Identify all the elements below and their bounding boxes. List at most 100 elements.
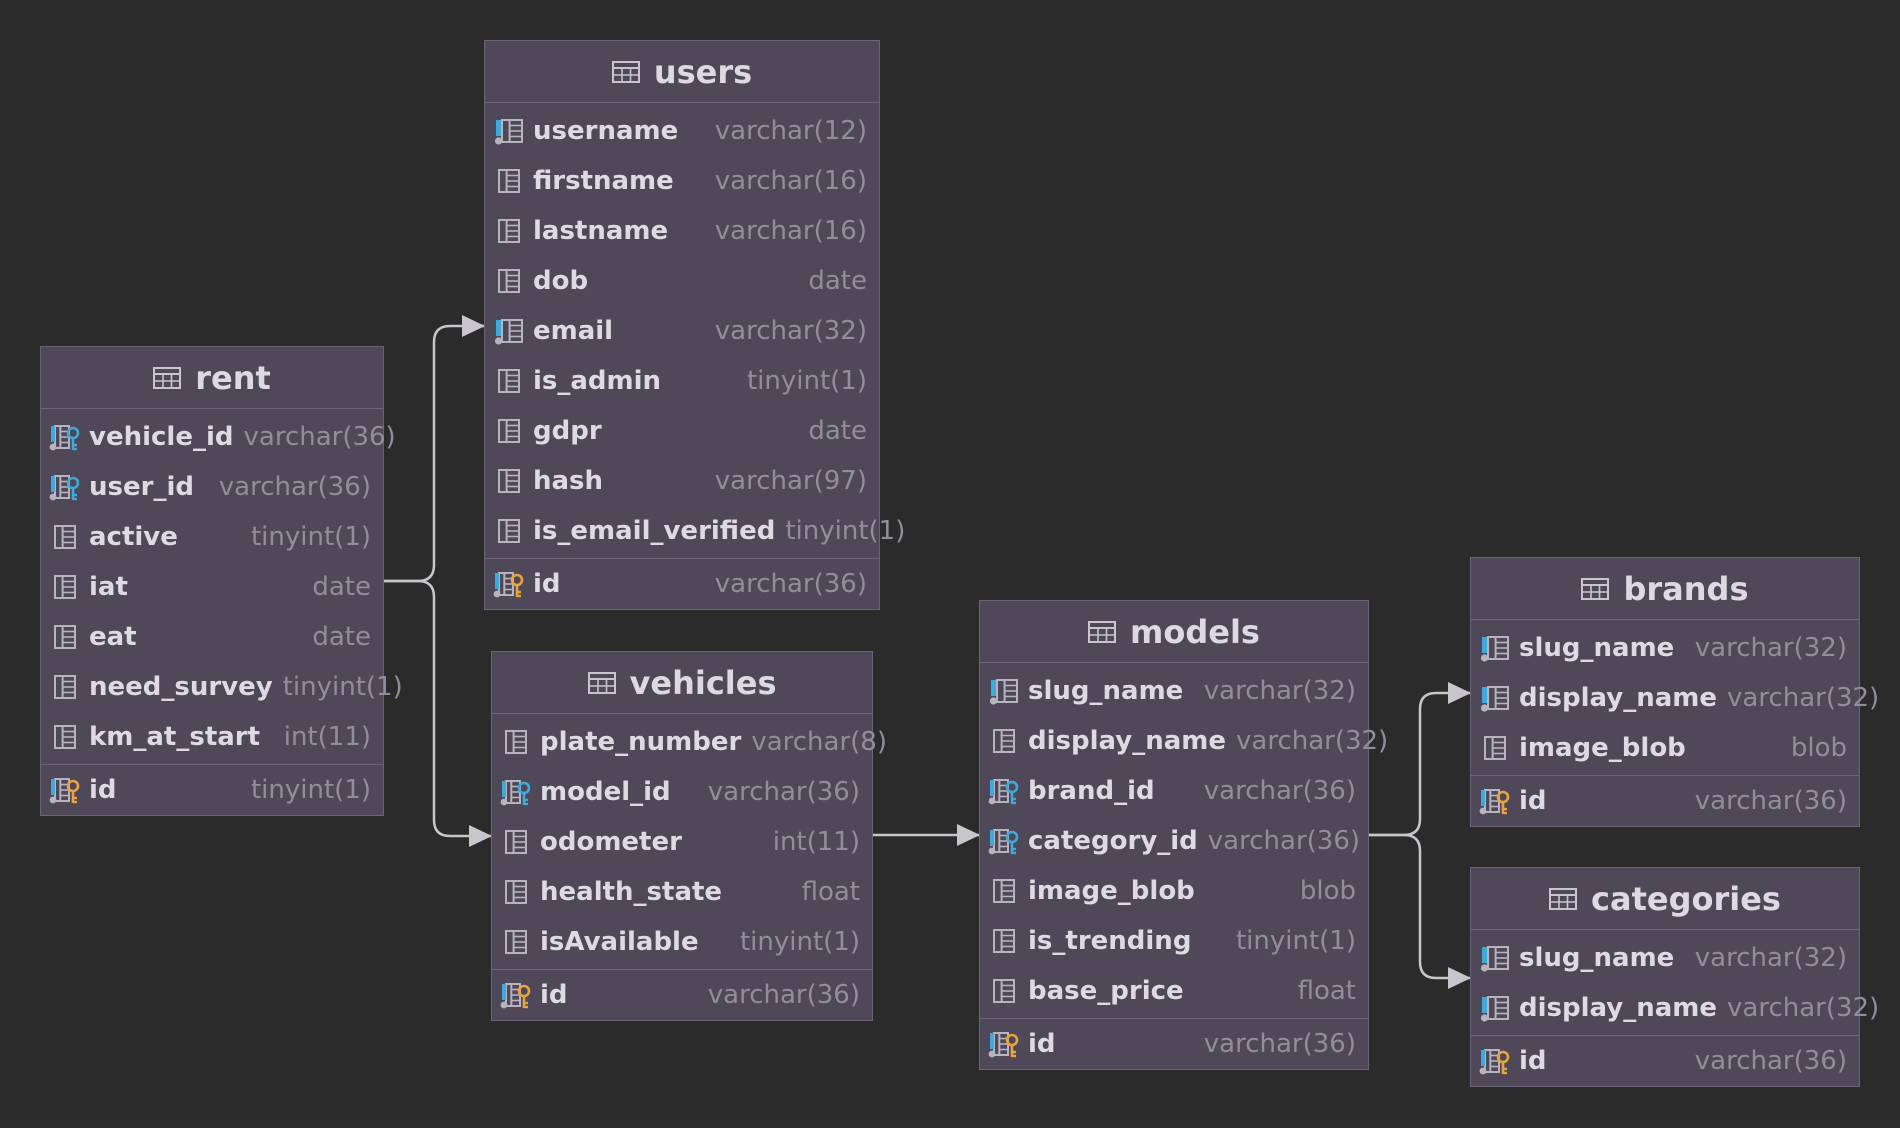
column-type: varchar(36) bbox=[707, 777, 860, 807]
column-type: blob bbox=[1299, 876, 1356, 906]
table-header[interactable]: categories bbox=[1471, 868, 1859, 930]
column-type: varchar(32) bbox=[714, 316, 867, 346]
column-icon bbox=[54, 625, 76, 649]
column-row[interactable]: slug_name varchar(32) bbox=[1471, 623, 1859, 673]
column-type: tinyint(1) bbox=[746, 366, 867, 396]
table-users[interactable]: users username varchar(12) firstname varchar… bbox=[484, 40, 905, 610]
column-row[interactable]: is_email_verified tinyint(1) bbox=[485, 506, 905, 556]
primary-key-row[interactable]: id varchar(36) bbox=[1471, 776, 1859, 826]
table-header[interactable]: users bbox=[485, 41, 879, 103]
column-type: varchar(97) bbox=[714, 466, 867, 496]
column-row[interactable]: active tinyint(1) bbox=[41, 512, 383, 562]
column-name: image_blob bbox=[1028, 876, 1195, 906]
foreign-key-icon bbox=[49, 475, 80, 501]
column-row[interactable]: brand_id varchar(36) bbox=[980, 766, 1368, 816]
foreign-key-icon bbox=[988, 829, 1019, 855]
table-models[interactable]: models slug_name varchar(32) display_name va… bbox=[979, 600, 1388, 1070]
column-row[interactable]: image_blob blob bbox=[1471, 723, 1859, 773]
column-name: gdpr bbox=[533, 416, 602, 446]
column-row[interactable]: email varchar(32) bbox=[485, 306, 879, 356]
column-name: vehicle_id bbox=[89, 422, 234, 452]
column-type: tinyint(1) bbox=[739, 927, 860, 957]
column-row[interactable]: slug_name varchar(32) bbox=[980, 666, 1368, 716]
column-name: display_name bbox=[1519, 683, 1717, 713]
column-row[interactable]: is_trending tinyint(1) bbox=[980, 916, 1368, 966]
column-type: varchar(32) bbox=[1694, 943, 1847, 973]
table-rent[interactable]: rent vehicle_id varchar(36) user_id varchar(… bbox=[40, 346, 403, 816]
column-row[interactable]: iat date bbox=[41, 562, 383, 612]
column-type: varchar(8) bbox=[751, 727, 887, 757]
column-icon bbox=[993, 979, 1015, 1003]
column-row[interactable]: need_survey tinyint(1) bbox=[41, 662, 403, 712]
column-type: varchar(32) bbox=[1694, 633, 1847, 663]
column-type: varchar(16) bbox=[714, 216, 867, 246]
column-type: varchar(32) bbox=[1727, 993, 1880, 1023]
column-row[interactable]: model_id varchar(36) bbox=[492, 767, 872, 817]
column-icon bbox=[993, 929, 1015, 953]
column-row[interactable]: dob date bbox=[485, 256, 879, 306]
column-name: id bbox=[89, 775, 117, 805]
column-name: is_email_verified bbox=[533, 516, 776, 546]
table-vehicles[interactable]: vehicles plate_number varchar(8) model_id va… bbox=[491, 651, 887, 1021]
primary-key-row[interactable]: id varchar(36) bbox=[980, 1019, 1368, 1069]
table-brands[interactable]: brands slug_name varchar(32) display_name va… bbox=[1470, 557, 1879, 827]
primary-key-row[interactable]: id tinyint(1) bbox=[41, 765, 383, 815]
column-row[interactable]: health_state float bbox=[492, 867, 872, 917]
column-name: iat bbox=[89, 572, 128, 602]
column-row[interactable]: vehicle_id varchar(36) bbox=[41, 412, 396, 462]
column-name: isAvailable bbox=[540, 927, 699, 957]
column-icon bbox=[498, 469, 520, 493]
column-row[interactable]: is_admin tinyint(1) bbox=[485, 356, 879, 406]
column-type: date bbox=[312, 622, 371, 652]
primary-key-row[interactable]: id varchar(36) bbox=[492, 970, 872, 1020]
column-row[interactable]: display_name varchar(32) bbox=[980, 716, 1388, 766]
column-row[interactable]: user_id varchar(36) bbox=[41, 462, 383, 512]
column-row[interactable]: display_name varchar(32) bbox=[1471, 673, 1879, 723]
column-row[interactable]: display_name varchar(32) bbox=[1471, 983, 1879, 1033]
column-row[interactable]: username varchar(12) bbox=[485, 106, 879, 156]
table-header[interactable]: rent bbox=[41, 347, 383, 409]
column-row[interactable]: eat date bbox=[41, 612, 383, 662]
column-row[interactable]: km_at_start int(11) bbox=[41, 712, 383, 762]
column-name: model_id bbox=[540, 777, 671, 807]
primary-key-row[interactable]: id varchar(36) bbox=[485, 559, 879, 609]
column-name: slug_name bbox=[1519, 943, 1675, 973]
column-row[interactable]: plate_number varchar(8) bbox=[492, 717, 887, 767]
table-title: rent bbox=[195, 358, 271, 397]
column-row[interactable]: firstname varchar(16) bbox=[485, 156, 879, 206]
column-row[interactable]: image_blob blob bbox=[980, 866, 1368, 916]
column-row[interactable]: hash varchar(97) bbox=[485, 456, 879, 506]
column-type: blob bbox=[1790, 733, 1847, 763]
column-type: tinyint(1) bbox=[250, 522, 371, 552]
column-name: plate_number bbox=[540, 727, 742, 757]
column-name: km_at_start bbox=[89, 722, 261, 752]
table-icon bbox=[1549, 887, 1578, 910]
column-name: eat bbox=[89, 622, 137, 652]
table-title: categories bbox=[1591, 879, 1781, 918]
table-categories[interactable]: categories slug_name varchar(32) display_na… bbox=[1470, 867, 1879, 1087]
column-row[interactable]: slug_name varchar(32) bbox=[1471, 933, 1859, 983]
column-type: varchar(32) bbox=[1236, 726, 1389, 756]
column-icon bbox=[54, 575, 76, 599]
column-name: dob bbox=[533, 266, 589, 296]
primary-key-row[interactable]: id varchar(36) bbox=[1471, 1036, 1859, 1086]
column-row[interactable]: isAvailable tinyint(1) bbox=[492, 917, 872, 967]
column-name: need_survey bbox=[89, 672, 273, 702]
column-row[interactable]: gdpr date bbox=[485, 406, 879, 456]
column-row[interactable]: odometer int(11) bbox=[492, 817, 872, 867]
table-header[interactable]: models bbox=[980, 601, 1368, 663]
column-type: varchar(36) bbox=[1207, 826, 1361, 856]
table-title: vehicles bbox=[629, 663, 777, 702]
foreign-key-icon bbox=[49, 425, 80, 451]
column-icon bbox=[505, 830, 527, 854]
column-row[interactable]: base_price float bbox=[980, 966, 1368, 1016]
column-name: lastname bbox=[533, 216, 669, 246]
column-icon bbox=[498, 369, 520, 393]
table-header[interactable]: vehicles bbox=[492, 652, 872, 714]
table-header[interactable]: brands bbox=[1471, 558, 1859, 620]
column-name: image_blob bbox=[1519, 733, 1686, 763]
column-type: varchar(36) bbox=[707, 980, 860, 1010]
indexed-column-icon bbox=[1480, 946, 1509, 972]
column-row[interactable]: lastname varchar(16) bbox=[485, 206, 879, 256]
column-row[interactable]: category_id varchar(36) bbox=[980, 816, 1368, 866]
